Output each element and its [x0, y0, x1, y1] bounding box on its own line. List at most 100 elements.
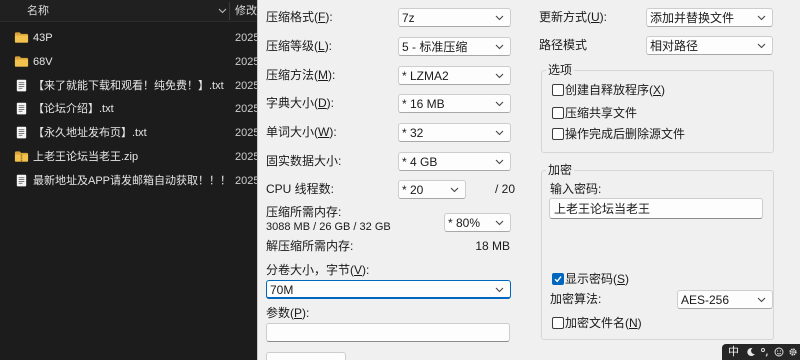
file-name: 43P — [33, 32, 53, 44]
add-to-archive-dialog: 压缩格式(F): 7z 压缩等级(L): 5 - 标准压缩 压缩方法(M): *… — [257, 0, 800, 360]
volume-size-label: 分卷大小，字节(V): — [266, 263, 370, 277]
ime-mode-toggle[interactable]: 中 — [728, 345, 739, 359]
delete-after-option[interactable]: 操作完成后删除源文件 — [552, 127, 752, 141]
dictionary-value: * 16 MB — [402, 97, 445, 111]
path-mode-combobox[interactable]: 相对路径 — [646, 36, 773, 55]
decompress-memory-value: 18 MB — [475, 239, 510, 253]
folder-row[interactable]: 68V 2025 — [0, 50, 257, 74]
compress-memory-label: 压缩所需内存: — [266, 205, 342, 219]
text-file-row[interactable]: 【来了就能下载和观看！纯免费！】.txt 2025 — [0, 74, 257, 98]
text-file-row[interactable]: 【论坛介绍】.txt 2025 — [0, 97, 257, 121]
delete-after-checkbox[interactable] — [552, 128, 564, 140]
update-mode-value: 添加并替换文件 — [650, 11, 735, 25]
memory-limit-combobox[interactable]: * 80% — [444, 213, 511, 232]
file-name: 68V — [33, 55, 53, 68]
create-sfx-label: 创建自释放程序(X) — [565, 83, 666, 97]
file-date: 2025 — [235, 150, 257, 163]
file-explorer-list: 名称 修改 43P 2025 68V 2025 【来了就能下载和观看！纯免费！】… — [0, 0, 257, 360]
parameters-label: 参数(P): — [266, 306, 310, 320]
column-header-name[interactable]: 名称 — [27, 4, 49, 18]
level-label: 压缩等级(L): — [266, 39, 333, 53]
show-password-option[interactable]: 显示密码(S) — [552, 272, 752, 286]
decompress-memory-label: 解压缩所需内存: — [266, 239, 354, 253]
method-label: 压缩方法(M): — [266, 68, 336, 82]
half-width-icon[interactable] — [746, 347, 756, 357]
method-value: * LZMA2 — [402, 69, 449, 83]
file-date: 2025 — [235, 32, 257, 44]
chevron-down-icon — [495, 220, 504, 226]
word-size-combobox[interactable]: * 32 — [398, 123, 511, 142]
update-mode-label: 更新方式(U): — [539, 10, 608, 24]
format-combobox[interactable]: 7z — [398, 8, 511, 27]
file-date: 2025 — [235, 127, 257, 140]
file-name: 上老王论坛当老王.zip — [33, 150, 139, 163]
chevron-down-icon — [495, 130, 504, 136]
chevron-down-icon — [757, 43, 766, 49]
memory-limit-value: * 80% — [448, 216, 481, 230]
word-size-label: 单词大小(W): — [266, 125, 337, 139]
column-divider[interactable] — [229, 2, 230, 20]
level-combobox[interactable]: 5 - 标准压缩 — [398, 37, 511, 56]
password-input[interactable]: 上老王论坛当老王 — [549, 198, 763, 219]
show-password-checkbox[interactable] — [552, 273, 564, 285]
file-date: 2025 — [235, 79, 257, 92]
column-header-row: 名称 修改 — [0, 0, 257, 22]
file-date: 2025 — [235, 174, 257, 187]
column-header-modified[interactable]: 修改 — [235, 4, 257, 18]
threads-combobox[interactable]: * 20 — [398, 180, 466, 199]
create-sfx-checkbox[interactable] — [552, 84, 564, 96]
encryption-method-label: 加密算法: — [550, 292, 602, 306]
folder-icon — [14, 56, 29, 67]
encrypt-names-option[interactable]: 加密文件名(N) — [552, 316, 752, 330]
threads-max: / 20 — [495, 182, 516, 196]
volume-size-combobox[interactable]: 70M — [266, 280, 511, 299]
delete-after-label: 操作完成后删除源文件 — [565, 127, 686, 141]
compress-shared-option[interactable]: 压缩共享文件 — [552, 106, 752, 120]
file-date: 2025 — [235, 55, 257, 68]
zip-folder-icon — [14, 151, 29, 162]
update-mode-combobox[interactable]: 添加并替换文件 — [646, 8, 773, 27]
format-label: 压缩格式(F): — [266, 10, 333, 24]
ime-toolbar: 中 — [722, 344, 800, 360]
punctuation-icon[interactable] — [760, 347, 770, 357]
file-list: 43P 2025 68V 2025 【来了就能下载和观看！纯免费！】.txt 2… — [0, 26, 257, 193]
encrypt-names-checkbox[interactable] — [552, 317, 564, 329]
threads-value: * 20 — [402, 183, 424, 197]
threads-label: CPU 线程数: — [266, 182, 335, 196]
dictionary-combobox[interactable]: * 16 MB — [398, 94, 511, 113]
parameters-input[interactable] — [266, 323, 510, 342]
emoji-icon[interactable] — [774, 347, 784, 357]
compress-shared-checkbox[interactable] — [552, 107, 564, 119]
folder-icon — [14, 32, 29, 43]
options-group-title: 选项 — [546, 63, 575, 77]
chevron-down-icon — [757, 15, 766, 21]
text-file-row[interactable]: 最新地址及APP请发邮箱自动获取！！！.... 2025 — [0, 169, 257, 193]
encryption-method-combobox[interactable]: AES-256 — [677, 290, 773, 309]
compress-shared-label: 压缩共享文件 — [565, 106, 638, 120]
chevron-down-icon — [495, 73, 504, 79]
zip-file-row[interactable]: 上老王论坛当老王.zip 2025 — [0, 145, 257, 169]
show-password-label: 显示密码(S) — [565, 272, 630, 286]
dialog-button[interactable] — [266, 352, 346, 360]
solid-block-value: * 4 GB — [402, 155, 438, 169]
solid-block-combobox[interactable]: * 4 GB — [398, 152, 511, 171]
chevron-down-icon — [495, 159, 504, 165]
chevron-down-icon — [495, 44, 504, 50]
text-file-icon — [16, 79, 27, 91]
chevron-down-icon — [495, 15, 504, 21]
text-file-row[interactable]: 【永久地址发布页】.txt 2025 — [0, 121, 257, 145]
dictionary-label: 字典大小(D): — [266, 96, 335, 110]
format-value: 7z — [402, 11, 415, 25]
chevron-down-icon — [757, 297, 766, 303]
encryption-group-title: 加密 — [546, 163, 575, 177]
chevron-down-icon — [495, 101, 504, 107]
create-sfx-option[interactable]: 创建自释放程序(X) — [552, 83, 752, 97]
folder-row[interactable]: 43P 2025 — [0, 26, 257, 50]
word-size-value: * 32 — [402, 126, 424, 140]
settings-icon[interactable] — [788, 347, 798, 357]
chevron-down-icon[interactable] — [218, 8, 227, 14]
check-icon — [554, 276, 562, 283]
chevron-down-icon — [495, 287, 504, 293]
file-date: 2025 — [235, 103, 257, 116]
method-combobox[interactable]: * LZMA2 — [398, 66, 511, 85]
